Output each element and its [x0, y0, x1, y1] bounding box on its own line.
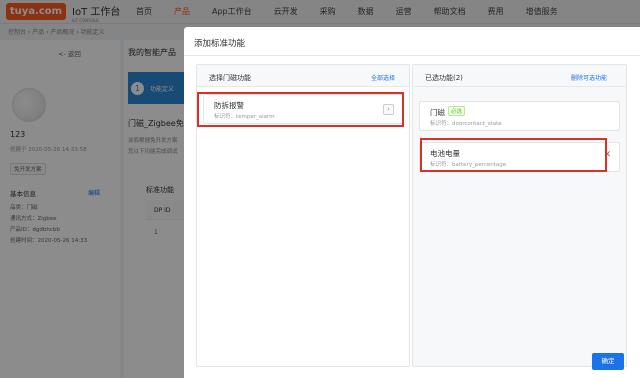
selected-item-doorcontact: 门磁 必选 标识符：doorcontact_state [419, 101, 620, 131]
selected-functions-header: 已选功能(2) 删除可选功能 [413, 65, 626, 87]
function-identifier: 标识符：battery_percentage [430, 162, 507, 168]
available-functions-title: 选择门磁功能 [209, 74, 251, 82]
function-name: 防拆报警 [214, 101, 244, 110]
selected-functions-panel: 已选功能(2) 删除可选功能 门磁 必选 标识符：doorcontact_sta… [412, 64, 627, 367]
delete-optional-link[interactable]: 删除可选功能 [571, 73, 607, 82]
add-standard-function-dialog: 添加标准功能 选择门磁功能 全部选择 防拆报警 标识符：temper_alarm… [184, 27, 640, 378]
function-identifier: 标识符：temper_alarm [214, 114, 275, 120]
remove-icon[interactable]: ✕ [603, 151, 611, 160]
selected-item-battery: 电池电量 标识符：battery_percentage ✕ [419, 142, 620, 172]
dialog-title: 添加标准功能 [194, 39, 246, 49]
divider [184, 55, 640, 56]
confirm-button[interactable]: 确定 [592, 353, 624, 370]
function-item-temper-alarm[interactable]: 防拆报警 标识符：temper_alarm › [203, 94, 403, 124]
function-identifier: 标识符：doorcontact_state [430, 121, 502, 127]
function-name: 电池电量 [430, 149, 460, 158]
add-arrow-icon[interactable]: › [383, 104, 394, 115]
available-functions-header: 选择门磁功能 全部选择 [197, 65, 409, 87]
required-badge: 必选 [448, 106, 466, 116]
function-name: 门磁 [430, 108, 445, 117]
available-functions-panel: 选择门磁功能 全部选择 防拆报警 标识符：temper_alarm › [196, 64, 410, 367]
select-all-link[interactable]: 全部选择 [371, 73, 395, 82]
selected-functions-title: 已选功能(2) [425, 74, 463, 82]
